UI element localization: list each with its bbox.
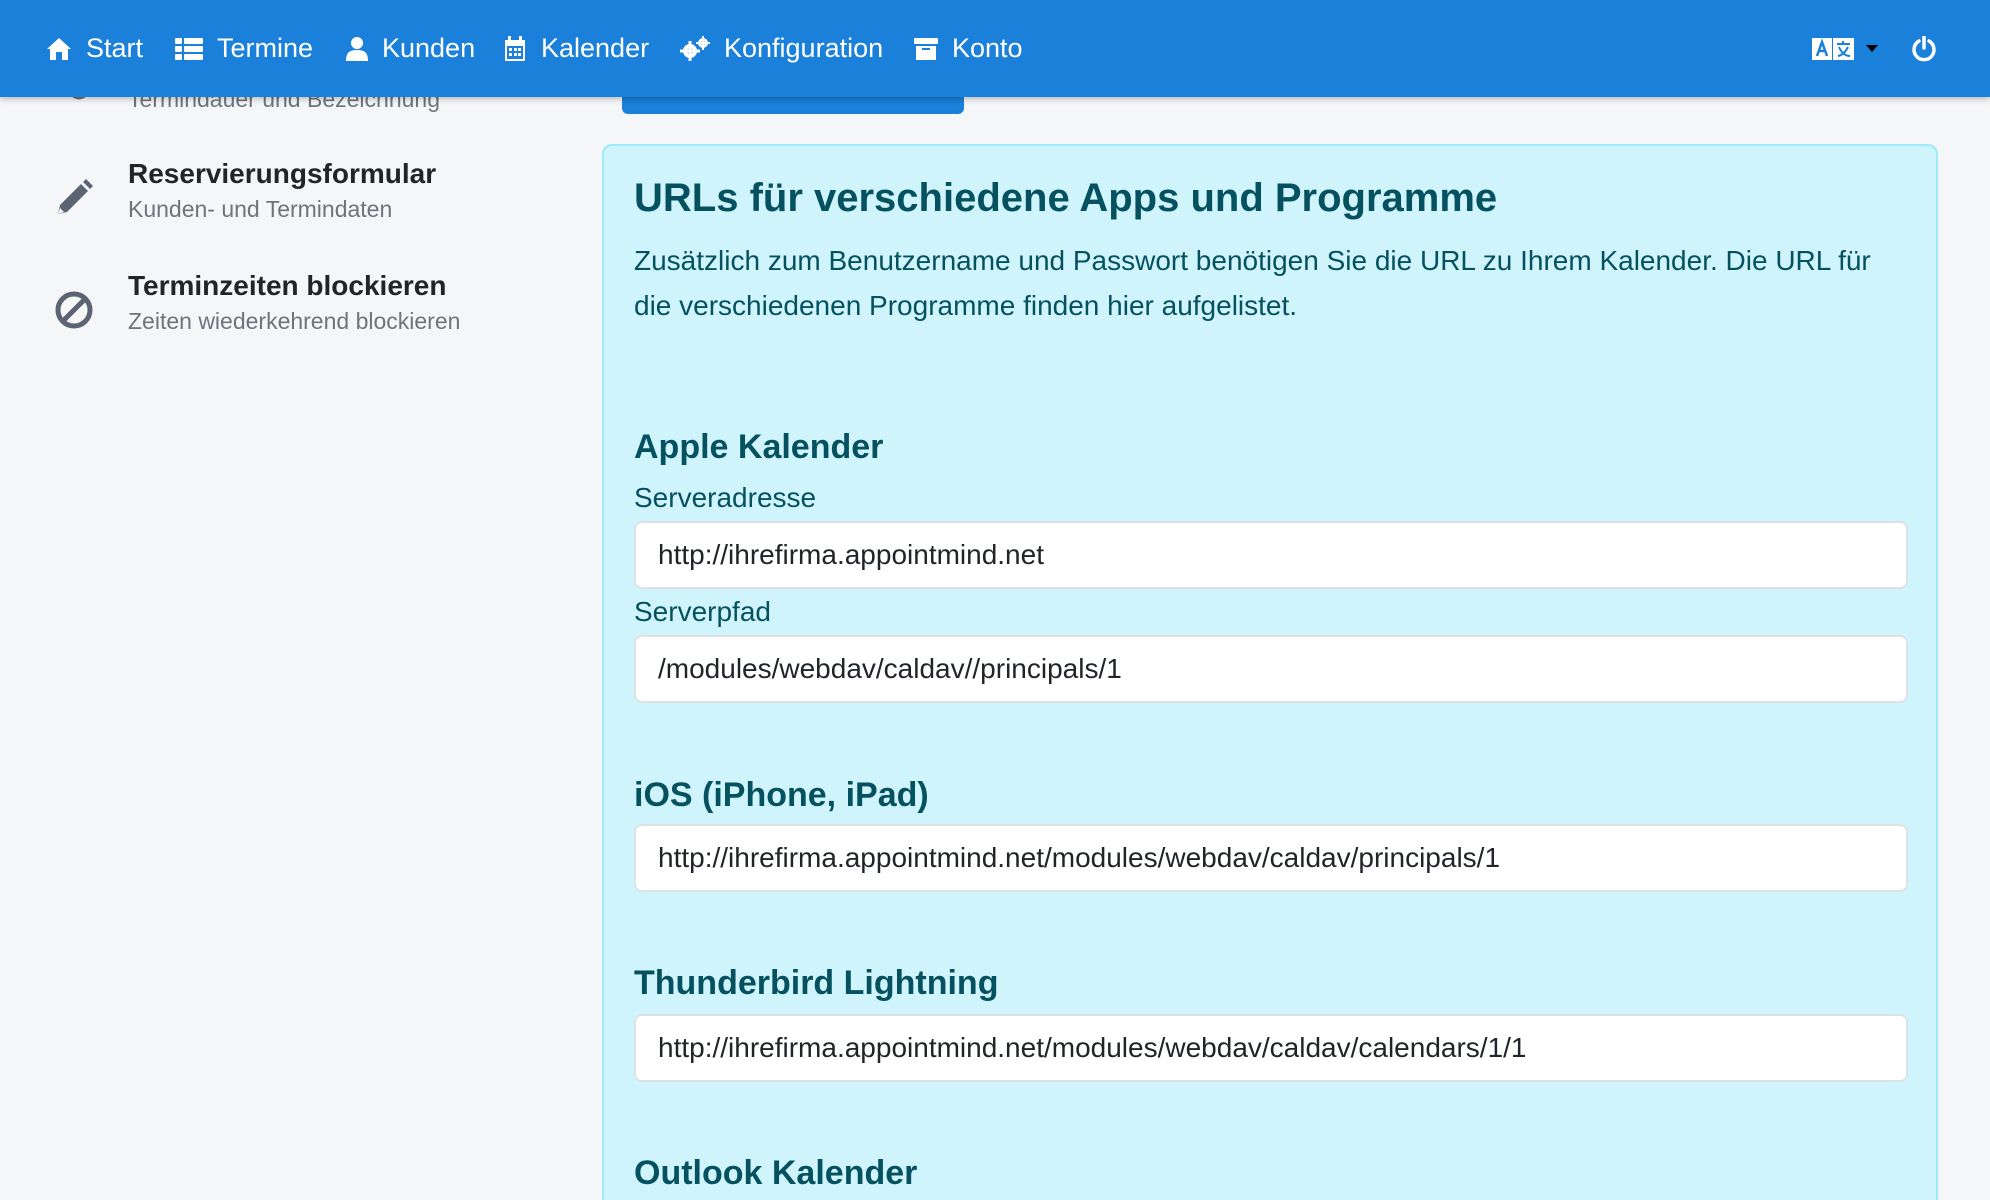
ban-icon [55, 291, 93, 329]
language-dropdown[interactable] [1812, 0, 1878, 97]
logout-button[interactable] [1911, 0, 1937, 97]
home-icon [47, 37, 71, 60]
thunderbird-heading: Thunderbird Lightning [634, 964, 999, 1002]
cogs-icon [680, 35, 710, 61]
nav-start-label: Start [86, 33, 144, 63]
ios-heading: iOS (iPhone, iPad) [634, 776, 929, 814]
server-path-label: Serverpfad [634, 596, 771, 627]
sidebar-item-title: Terminzeiten blockieren [128, 270, 447, 301]
panel-description: Zusätzlich zum Benutzername und Passwort… [634, 245, 1871, 321]
nav-start[interactable]: Start [46, 0, 143, 97]
panel-title: URLs für verschiedene Apps und Programme [634, 176, 1498, 220]
sidebar-item-subtitle: Zeiten wiederkehrend blockieren [128, 308, 461, 334]
sidebar-item-terminzeiten-blockieren[interactable]: Terminzeiten blockieren Zeiten wiederkeh… [0, 270, 560, 370]
caldav-urls-panel: URLs für verschiedene Apps und Programme… [602, 144, 1938, 1200]
chevron-down-icon [1866, 44, 1878, 52]
language-icon [1812, 37, 1854, 60]
server-address-field[interactable] [634, 521, 1908, 589]
pencil-icon [58, 179, 93, 214]
sidebar-item-reservierungsformular[interactable]: Reservierungsformular Kunden- und Termin… [0, 158, 560, 258]
nav-kunden[interactable]: Kunden [346, 0, 475, 97]
nav-kalender-label: Kalender [541, 33, 650, 63]
nav-kalender[interactable]: Kalender [503, 0, 649, 97]
nav-konfiguration[interactable]: Konfiguration [680, 0, 883, 97]
sidebar-item-title: Reservierungsformular [128, 158, 437, 189]
server-path-field[interactable] [634, 635, 1908, 703]
nav-konfiguration-label: Konfiguration [724, 33, 884, 63]
nav-kunden-label: Kunden [382, 33, 476, 63]
nav-termine-label: Termine [217, 33, 314, 63]
power-icon [1912, 35, 1936, 61]
nav-termine[interactable]: Termine [175, 0, 313, 97]
list-icon [175, 37, 203, 60]
server-address-label: Serveradresse [634, 482, 817, 513]
nav-konto-label: Konto [952, 33, 1023, 63]
apple-calendar-heading: Apple Kalender [634, 428, 884, 466]
sidebar-item-subtitle: Kunden- und Termindaten [128, 196, 393, 222]
ios-url-field[interactable] [634, 824, 1908, 892]
outlook-heading: Outlook Kalender [634, 1154, 918, 1192]
archive-icon [914, 37, 938, 60]
user-icon [346, 36, 368, 61]
calendar-icon [505, 35, 525, 61]
nav-konto[interactable]: Konto [914, 0, 1023, 97]
thunderbird-url-field[interactable] [634, 1014, 1908, 1082]
top-navbar: Start Termine Kunden Kalender Konfigurat… [0, 0, 1990, 97]
